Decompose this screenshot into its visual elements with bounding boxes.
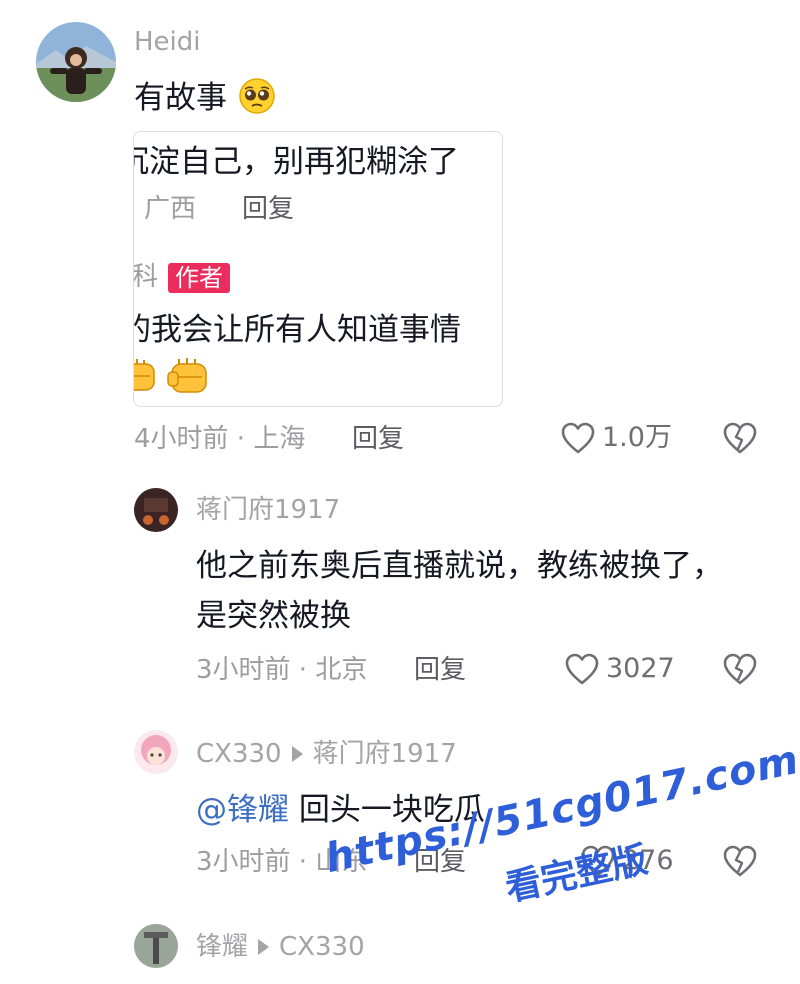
reply2-reply-button[interactable]: 回复	[414, 846, 466, 878]
quoted-reply-button[interactable]: 回复	[242, 192, 294, 226]
avatar-cx330[interactable]	[134, 730, 178, 774]
comment-like-button[interactable]: 1.0万	[560, 421, 672, 455]
raised-fist-emoji-icon	[134, 358, 207, 393]
quoted-emoji-row	[134, 354, 216, 402]
reply2-like-button[interactable]: 276	[580, 844, 674, 878]
avatar-image	[134, 924, 178, 968]
reply1-like-count: 3027	[606, 653, 675, 684]
reply2-text-content: 回头一块吃瓜	[298, 792, 485, 828]
reply1-like-button[interactable]: 3027	[564, 652, 675, 686]
broken-heart-icon	[723, 422, 757, 454]
quoted-text-line1: 沉淀自己，别再犯糊涂了	[133, 144, 459, 180]
reply1-dislike-button[interactable]	[722, 652, 758, 690]
reply2-text: @锋耀 回头一块吃瓜	[196, 790, 485, 830]
reply3-header: 锋耀 CX330	[196, 931, 365, 963]
reply2-time-location: 3小时前 · 山东	[196, 847, 368, 877]
heart-icon	[581, 845, 615, 877]
comment-username[interactable]: Heidi	[134, 26, 201, 58]
quoted-author-text: 的我会让所有人知道事情	[133, 312, 461, 348]
quoted-comment-card[interactable]: 沉淀自己，别再犯糊涂了 广西 回复 科作者 的我会让所有人知道事情	[133, 131, 503, 407]
comment-reply-button[interactable]: 回复	[352, 423, 404, 455]
heart-icon	[565, 653, 599, 685]
avatar-image	[134, 488, 178, 532]
comment-text-content: 有故事	[134, 80, 227, 116]
quoted-author-row: 科作者	[134, 260, 231, 294]
reply2-dislike-button[interactable]	[722, 844, 758, 882]
reply1-username[interactable]: 蒋门府1917	[196, 494, 340, 526]
avatar-image	[134, 730, 178, 774]
avatar-jiangmenfu[interactable]	[134, 488, 178, 532]
reply-arrow-icon	[258, 938, 270, 955]
comment-dislike-button[interactable]	[722, 421, 758, 459]
avatar-heidi[interactable]	[36, 22, 116, 102]
reply1-text-line2: 是突然被换	[196, 598, 351, 634]
comment-like-count: 1.0万	[602, 422, 672, 453]
avatar-fengyao[interactable]	[134, 924, 178, 968]
reply2-reply-to[interactable]: 蒋门府1917	[313, 739, 457, 769]
reply1-text-line1: 他之前东奥后直播就说，教练被换了，	[196, 548, 723, 584]
reply2-username[interactable]: CX330	[196, 739, 282, 769]
reply2-like-count: 276	[622, 845, 674, 876]
pleading-face-emoji-icon	[239, 78, 275, 114]
author-badge: 作者	[168, 262, 231, 293]
reply3-username[interactable]: 锋耀	[196, 932, 248, 962]
broken-heart-icon	[723, 845, 757, 877]
reply-arrow-icon	[291, 745, 303, 762]
reply3-reply-to[interactable]: CX330	[279, 932, 365, 962]
quoted-location: 广西	[144, 194, 197, 224]
comment-time-location: 4小时前 · 上海	[134, 424, 306, 454]
reply1-time-location: 3小时前 · 北京	[196, 655, 368, 685]
broken-heart-icon	[723, 653, 757, 685]
reply2-header: CX330 蒋门府1917	[196, 738, 457, 770]
comment-text: 有故事	[134, 76, 277, 118]
avatar-image	[36, 22, 116, 102]
reply1-reply-button[interactable]: 回复	[414, 654, 466, 686]
heart-icon	[561, 422, 595, 454]
quoted-author-name[interactable]: 科	[134, 262, 158, 292]
reply2-mention[interactable]: @锋耀	[196, 792, 289, 828]
